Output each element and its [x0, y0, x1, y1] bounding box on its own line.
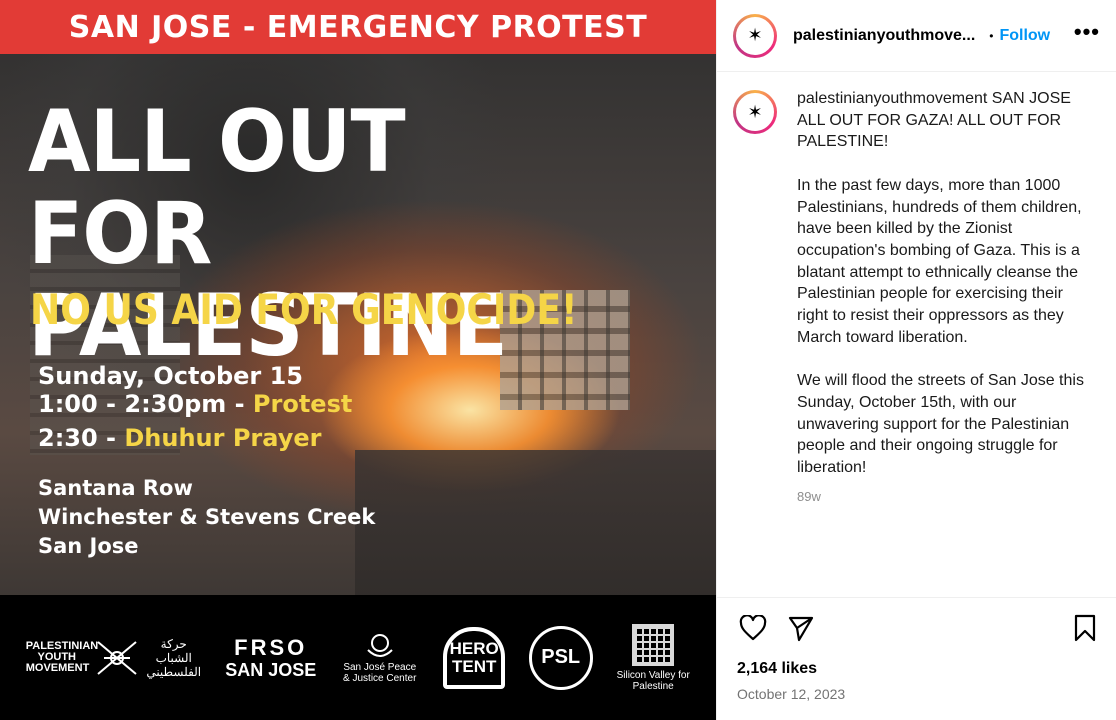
send-icon[interactable]	[785, 612, 817, 644]
hero-tent-logo: HERO TENT	[443, 626, 506, 689]
event-date: Sunday, October 15	[38, 362, 303, 390]
sponsor-logo-bar: PALESTINIAN YOUTH MOVEMENT حركة الشباب ا…	[0, 595, 716, 720]
hero-tent-line-2: TENT	[452, 656, 497, 676]
banner-text: SAN JOSE - EMERGENCY PROTEST	[68, 9, 648, 45]
hero-tent-line-1: HERO	[449, 638, 499, 658]
pym-logo: PALESTINIAN YOUTH MOVEMENT حركة الشباب ا…	[26, 637, 202, 679]
save-button[interactable]	[1073, 614, 1097, 642]
action-bar	[737, 612, 1101, 644]
avatar[interactable]: ✶	[733, 13, 777, 58]
instagram-post-view: SAN JOSE - EMERGENCY PROTEST ALL OUT FOR…	[0, 0, 1116, 720]
svp-logo-text: Silicon Valley for Palestine	[616, 669, 690, 692]
pym-logo-text: PALESTINIAN YOUTH MOVEMENT	[25, 640, 99, 674]
caption-timestamp[interactable]: 89w	[797, 489, 1116, 504]
event-details: Sunday, October 15 1:00 - 2:30pm - Prote…	[38, 362, 352, 452]
separator-dot: •	[989, 28, 994, 43]
prayer-time: 2:30 - Dhuhur Prayer	[38, 424, 352, 452]
event-time-range: 1:00 - 2:30pm -	[38, 390, 253, 418]
frso-logo: FRSO SAN JOSE	[225, 634, 317, 680]
prayer-label: Dhuhur Prayer	[124, 424, 322, 452]
address-line-1: Santana Row	[38, 476, 193, 500]
caption-body: SAN JOSE ALL OUT FOR GAZA! ALL OUT FOR P…	[797, 90, 1084, 476]
poster-subhead: NO US AID FOR GENOCIDE!	[30, 285, 578, 334]
prayer-time-value: 2:30 -	[38, 424, 125, 452]
heart-icon[interactable]	[737, 612, 769, 644]
like-button[interactable]	[739, 615, 767, 641]
poster-banner: SAN JOSE - EMERGENCY PROTEST	[0, 0, 716, 54]
post-details-panel: ✶ palestinianyouthmove... • Follow ••• ✶…	[716, 0, 1116, 720]
header-username[interactable]: palestinianyouthmove...	[793, 27, 975, 45]
more-options-icon[interactable]: •••	[1074, 20, 1100, 45]
like-count[interactable]: 2,164 likes	[737, 660, 1101, 678]
address-line-3: San Jose	[38, 534, 139, 558]
frso-logo-subtitle: SAN JOSE	[225, 659, 317, 680]
sjpjc-logo-text: San José Peace & Justice Center	[343, 661, 417, 684]
post-header: ✶ palestinianyouthmove... • Follow •••	[717, 0, 1116, 72]
caption-username[interactable]: palestinianyouthmovement	[797, 90, 987, 107]
rooftop-graphic	[355, 450, 716, 595]
address-line-2: Winchester & Stevens Creek	[38, 505, 376, 529]
sjpjc-logo: San José Peace & Justice Center	[340, 632, 420, 684]
share-button[interactable]	[787, 614, 815, 642]
pym-avatar-icon: ✶	[736, 93, 774, 131]
event-time: 1:00 - 2:30pm - Protest	[38, 390, 352, 418]
caption-section: ✶ palestinianyouthmovement SAN JOSE ALL …	[717, 72, 1116, 479]
bookmark-icon[interactable]	[1069, 612, 1101, 644]
event-address: Santana Row Winchester & Stevens Creek S…	[38, 474, 375, 561]
psl-logo-text: PSL	[541, 646, 581, 668]
caption-avatar[interactable]: ✶	[733, 90, 777, 134]
globe-hands-icon	[367, 633, 393, 657]
psl-logo: PSL	[528, 625, 593, 690]
post-image[interactable]: SAN JOSE - EMERGENCY PROTEST ALL OUT FOR…	[0, 0, 716, 720]
chip-icon	[632, 623, 675, 666]
svp-logo: Silicon Valley for Palestine	[616, 623, 690, 692]
post-actions-section: 2,164 likes October 12, 2023	[717, 597, 1116, 702]
pym-emblem-icon	[97, 640, 137, 675]
frso-logo-title: FRSO	[234, 634, 308, 660]
headline-line-1: ALL OUT FOR	[28, 92, 406, 284]
event-type: Protest	[252, 390, 353, 418]
post-date: October 12, 2023	[737, 686, 846, 702]
post-caption: palestinianyouthmovement SAN JOSE ALL OU…	[797, 88, 1087, 479]
pym-logo-arabic: حركة الشباب الفلسطيني	[146, 636, 202, 679]
pym-avatar-icon: ✶	[736, 16, 774, 55]
follow-button[interactable]: Follow	[999, 27, 1050, 45]
